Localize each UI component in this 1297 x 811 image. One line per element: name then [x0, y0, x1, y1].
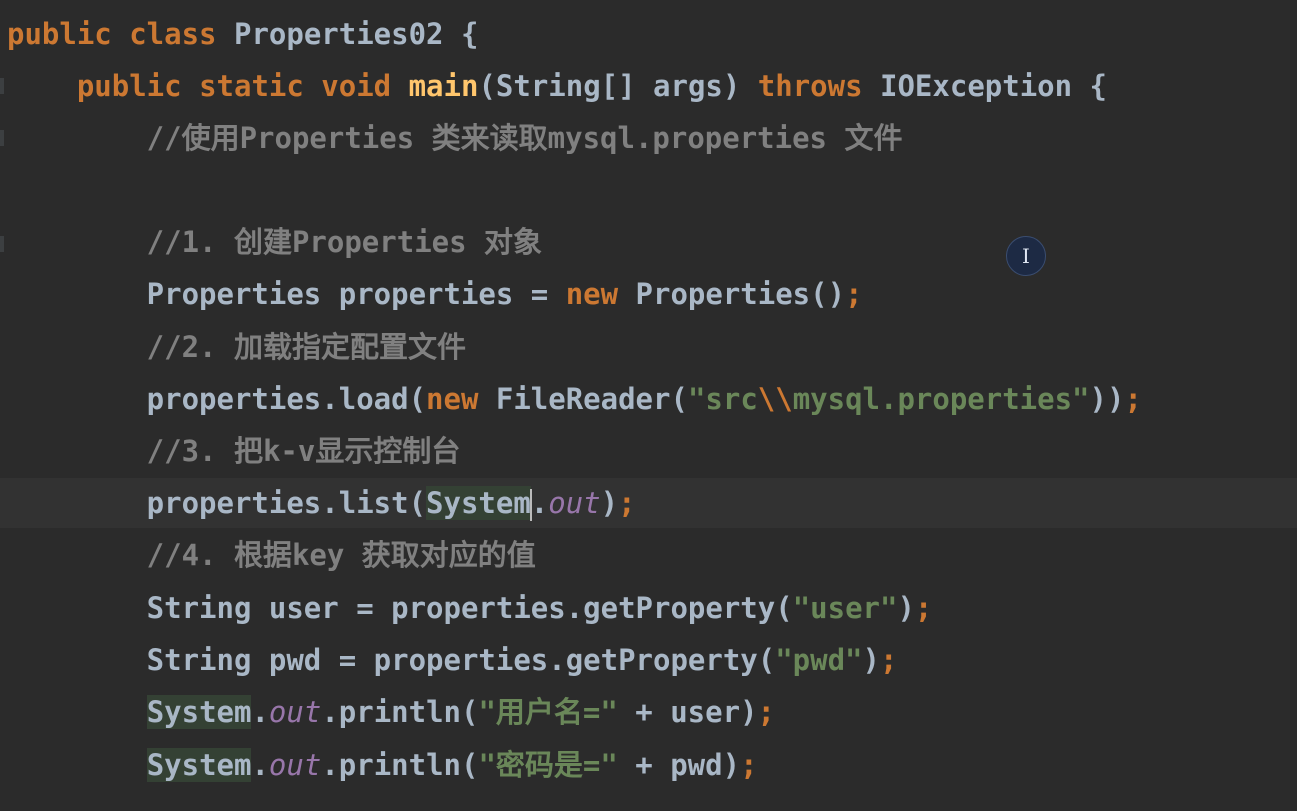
code-editor[interactable]: public class Properties02 { public stati… [0, 0, 1297, 811]
code-token: String user = properties.getProperty( [7, 591, 793, 625]
code-token: ; [618, 486, 636, 520]
code-token: IOException { [880, 69, 1107, 103]
code-line[interactable]: //4. 根据key 获取对应的值 [7, 529, 536, 581]
code-token: //2. 加载指定配置文件 [7, 330, 466, 364]
code-token: ; [757, 695, 775, 729]
code-line[interactable]: Properties properties = new Properties()… [7, 268, 863, 320]
code-token: new [426, 382, 496, 416]
code-token: void [321, 69, 409, 103]
code-token: { [460, 17, 479, 51]
code-token: ; [845, 277, 863, 311]
code-token: ) [862, 643, 880, 677]
code-token: Properties properties = [7, 277, 566, 311]
code-token: FileReader( [495, 382, 688, 416]
code-token: ) [897, 591, 915, 625]
code-token: .println( [321, 695, 479, 729]
code-token: public [7, 69, 200, 103]
code-token: "pwd" [775, 643, 863, 677]
code-line[interactable]: public class Properties02 { [7, 8, 478, 60]
code-token: "user" [792, 591, 898, 625]
code-token: ; [914, 591, 933, 625]
code-token: mysql.properties" [792, 382, 1090, 416]
fold-marker[interactable] [0, 236, 4, 252]
code-token: "src [687, 382, 758, 416]
code-token: . [251, 695, 269, 729]
code-token: //3. 把k-v显示控制台 [7, 434, 461, 468]
code-token: throws [757, 69, 881, 103]
code-line[interactable]: String user = properties.getProperty("us… [7, 582, 933, 634]
code-token: . [530, 486, 549, 520]
code-token: //1. 创建Properties 对象 [7, 225, 543, 259]
code-line[interactable]: //2. 加载指定配置文件 [7, 321, 466, 373]
code-token: . [251, 748, 269, 782]
code-token: + pwd) [617, 748, 741, 782]
code-token: ) [600, 486, 619, 520]
code-token: .println( [321, 748, 479, 782]
code-token: ; [1124, 382, 1142, 416]
code-line[interactable]: String pwd = properties.getProperty("pwd… [7, 634, 898, 686]
text-cursor-icon: I [1006, 236, 1046, 276]
fold-marker[interactable] [0, 130, 4, 146]
code-token: properties.list( [7, 486, 427, 520]
code-token: out [268, 695, 322, 729]
code-token: \\ [757, 382, 793, 416]
code-line[interactable]: properties.list(System.out); [7, 477, 636, 529]
code-token: out [548, 486, 601, 520]
code-token: (String[] args) [478, 69, 758, 103]
code-line[interactable]: System.out.println("用户名=" + user); [7, 686, 775, 738]
code-token: properties.load( [7, 382, 427, 416]
code-token: //使用Properties 类来读取mysql.properties 文件 [7, 121, 903, 155]
code-token: public [7, 17, 130, 51]
code-line[interactable]: System.out.println("密码是=" + pwd); [7, 739, 758, 791]
code-token: new [565, 277, 636, 311]
code-token: out [268, 748, 322, 782]
code-line[interactable]: public static void main(String[] args) t… [7, 60, 1107, 112]
code-line[interactable]: //1. 创建Properties 对象 [7, 216, 542, 268]
code-token: main [408, 69, 479, 103]
fold-marker[interactable] [0, 78, 4, 94]
code-token: class [129, 17, 234, 51]
code-token: "密码是=" [478, 748, 618, 782]
code-token: String pwd = properties.getProperty( [7, 643, 776, 677]
code-token: //4. 根据key 获取对应的值 [7, 538, 536, 572]
code-token: System [426, 486, 531, 520]
code-line[interactable]: properties.load(new FileReader("src\\mys… [7, 373, 1142, 425]
code-line[interactable]: //使用Properties 类来读取mysql.properties 文件 [7, 112, 903, 164]
code-token: Properties() [635, 277, 846, 311]
code-line[interactable]: //3. 把k-v显示控制台 [7, 425, 461, 477]
code-token: "用户名=" [478, 695, 618, 729]
code-token: static [199, 69, 322, 103]
code-token: System [146, 695, 252, 729]
code-token: Properties02 [233, 17, 461, 51]
code-token: ; [880, 643, 898, 677]
code-token: )) [1089, 382, 1125, 416]
code-token: + user) [617, 695, 758, 729]
code-token: ; [740, 748, 758, 782]
code-token: System [146, 748, 252, 782]
